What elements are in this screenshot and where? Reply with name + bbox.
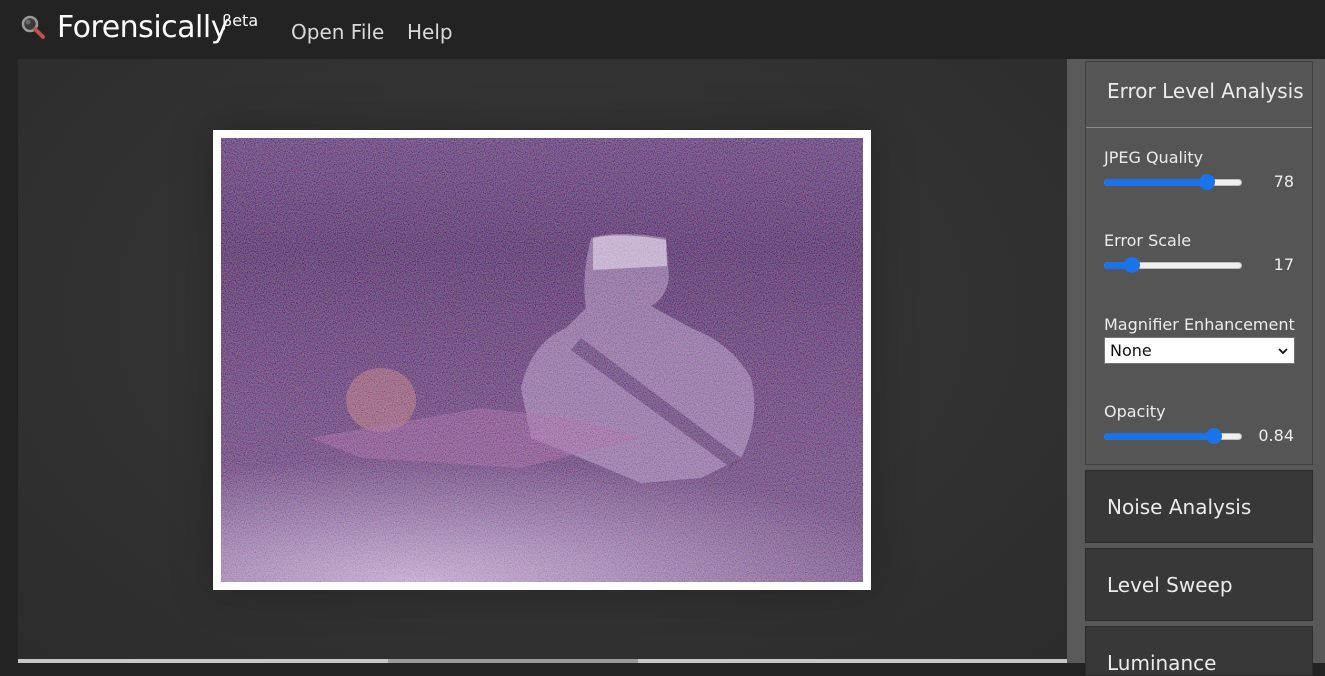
ela-panel-title[interactable]: Error Level Analysis: [1086, 62, 1312, 128]
select-value: None: [1110, 341, 1152, 360]
slider-fill: [1104, 179, 1208, 186]
scrollbar-thumb[interactable]: [388, 659, 638, 663]
noise-analysis-tab[interactable]: Noise Analysis: [1085, 470, 1313, 543]
jpeg-quality-slider[interactable]: [1104, 174, 1242, 190]
horizontal-scrollbar[interactable]: [18, 659, 1067, 663]
opacity-value: 0.84: [1258, 426, 1294, 445]
image-frame: [213, 130, 871, 590]
slider-thumb[interactable]: [1123, 257, 1140, 273]
magnifier-enhancement-label: Magnifier Enhancement: [1104, 315, 1295, 334]
level-sweep-tab[interactable]: Level Sweep: [1085, 548, 1313, 621]
magnifier-icon: [21, 15, 45, 39]
help-link[interactable]: Help: [407, 20, 453, 44]
chevron-down-icon: [1278, 348, 1288, 355]
jpeg-quality-value: 78: [1273, 172, 1294, 191]
error-scale-label: Error Scale: [1104, 231, 1192, 250]
magnifier-enhancement-select[interactable]: None: [1104, 337, 1295, 364]
jpeg-quality-label: JPEG Quality: [1104, 148, 1204, 167]
slider-thumb[interactable]: [1206, 428, 1223, 444]
open-file-link[interactable]: Open File: [291, 20, 384, 44]
sidebar-scrollbar[interactable]: [1067, 59, 1084, 663]
error-scale-value: 17: [1273, 255, 1294, 274]
opacity-slider[interactable]: [1104, 428, 1242, 444]
top-navbar: Forensically βeta Open File Help: [0, 0, 1325, 59]
app-title: Forensically: [57, 10, 228, 45]
beta-badge: βeta: [222, 11, 259, 30]
ela-panel: Error Level Analysis JPEG Quality 78 Err…: [1085, 61, 1313, 465]
slider-thumb[interactable]: [1199, 174, 1216, 190]
error-scale-slider[interactable]: [1104, 257, 1242, 273]
opacity-label: Opacity: [1104, 402, 1166, 421]
luminance-tab[interactable]: Luminance: [1085, 626, 1313, 676]
image-canvas[interactable]: [18, 59, 1067, 663]
slider-fill: [1104, 433, 1215, 440]
ela-result-image[interactable]: [221, 138, 863, 582]
